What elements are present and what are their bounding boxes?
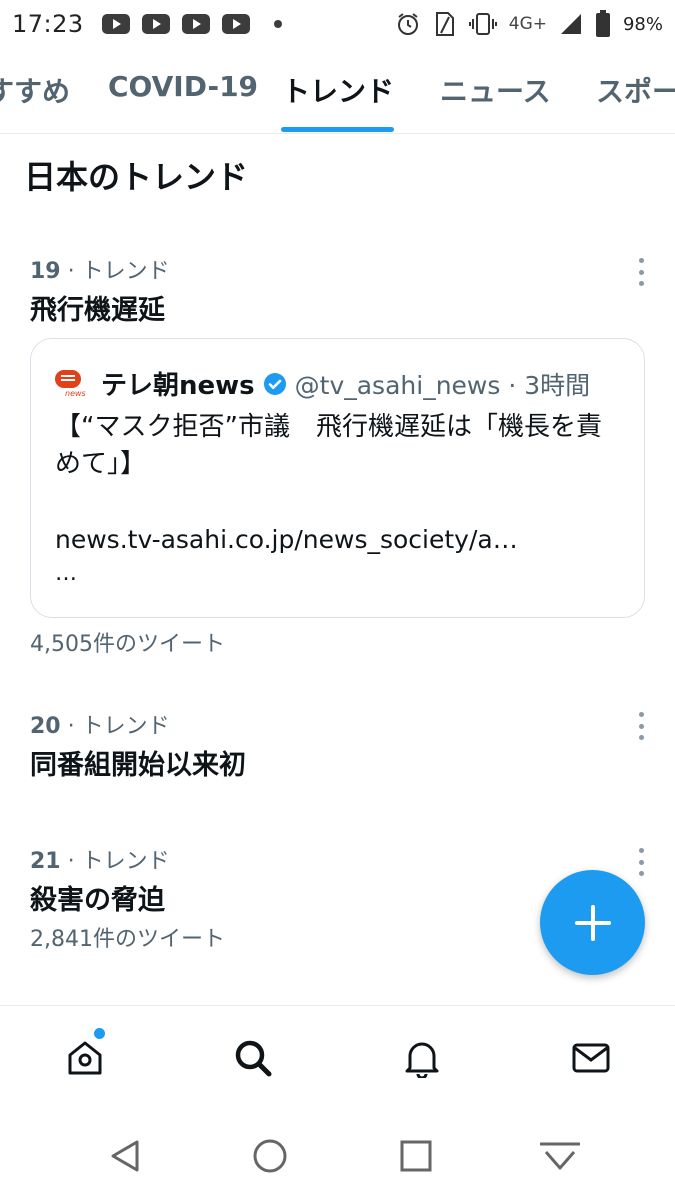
vibrate-icon: [468, 13, 497, 35]
system-hide-keyboard-button[interactable]: [538, 1134, 582, 1178]
nav-notifications[interactable]: [400, 1036, 444, 1080]
trend-tweet-count: 4,505件のツイート: [30, 632, 225, 657]
nav-search[interactable]: [231, 1036, 275, 1080]
system-home-button[interactable]: [248, 1134, 292, 1178]
tab-covid19[interactable]: COVID-19: [108, 70, 258, 103]
active-tab-indicator: [281, 127, 394, 132]
status-right: 4G+ 98%: [395, 0, 663, 48]
home-circle-icon: [253, 1139, 287, 1173]
trend-rank: 20: [30, 714, 61, 739]
more-options-icon[interactable]: [637, 712, 645, 740]
trend-rank: 19: [30, 259, 61, 284]
tab-sports[interactable]: スポー: [596, 70, 675, 110]
system-back-button[interactable]: [103, 1134, 147, 1178]
youtube-notification-icon: [221, 14, 250, 34]
trend-category: · トレンド: [67, 714, 170, 739]
youtube-notification-icon: [101, 14, 130, 34]
tweet-text: 【“マスク拒否”市議 飛行機遅延は「機長を責めて」】: [55, 412, 602, 479]
mail-icon: [572, 1043, 610, 1073]
search-icon: [235, 1040, 272, 1077]
signal-icon: [560, 14, 581, 34]
status-time: 17:23: [12, 10, 84, 38]
compose-tweet-button[interactable]: [540, 870, 645, 975]
tweet-header: news テレ朝news @tv_asahi_news · 3時間: [55, 365, 590, 402]
home-icon: [68, 1041, 102, 1075]
more-notifications-dot-icon: [273, 20, 282, 28]
trend-rank: 21: [30, 849, 61, 874]
nav-home[interactable]: [63, 1036, 107, 1080]
tab-recommended[interactable]: すすめ: [0, 70, 70, 110]
system-navigation-bar: [0, 1110, 675, 1200]
alarm-icon: [397, 13, 418, 35]
trend-category: · トレンド: [67, 849, 170, 874]
explore-tabs: すすめ COVID-19 トレンド ニュース スポー: [0, 48, 675, 134]
recents-icon: [400, 1140, 432, 1172]
home-notification-dot: [94, 1028, 105, 1039]
tab-news[interactable]: ニュース: [440, 70, 551, 110]
notification-icons: [101, 14, 282, 34]
back-icon: [111, 1140, 139, 1172]
youtube-notification-icon: [141, 14, 170, 34]
youtube-notification-icon: [181, 14, 210, 34]
section-title: 日本のトレンド: [24, 158, 249, 196]
bell-icon: [405, 1042, 439, 1078]
no-sim-icon: [435, 12, 454, 36]
trend-title: 殺害の脅迫: [30, 885, 165, 916]
verified-badge-icon: [263, 372, 286, 395]
nav-messages[interactable]: [569, 1036, 613, 1080]
trend-title: 飛行機遅延: [30, 295, 165, 326]
trend-category: · トレンド: [67, 259, 170, 284]
status-bar: 17:23 4G+ 98%: [0, 0, 675, 48]
more-options-icon[interactable]: [637, 258, 645, 286]
trend-meta: 19 · トレンド: [30, 253, 170, 285]
bottom-navigation: [0, 1005, 675, 1110]
trend-meta: 20 · トレンド: [30, 708, 170, 740]
plus-icon: [574, 904, 611, 941]
tweet-ellipsis: …: [55, 561, 77, 586]
network-type: 4G+: [508, 14, 547, 34]
embedded-tweet-card[interactable]: news テレ朝news @tv_asahi_news · 3時間 【“マスク拒…: [30, 338, 645, 618]
tab-trends[interactable]: トレンド: [282, 70, 394, 110]
system-recents-button[interactable]: [394, 1134, 438, 1178]
tweet-link[interactable]: news.tv-asahi.co.jp/news_society/a…: [55, 525, 518, 554]
tv-asahi-logo: news: [55, 369, 87, 398]
tweet-handle-time: @tv_asahi_news · 3時間: [294, 370, 591, 400]
hide-keyboard-icon: [540, 1142, 580, 1170]
tweet-author-name: テレ朝news: [101, 371, 255, 401]
trend-title: 同番組開始以来初: [30, 750, 246, 781]
battery-percent: 98%: [622, 13, 663, 35]
trend-meta: 21 · トレンド: [30, 843, 170, 875]
battery-icon: [595, 10, 610, 37]
more-options-icon[interactable]: [637, 848, 645, 876]
trend-tweet-count: 2,841件のツイート: [30, 927, 225, 952]
